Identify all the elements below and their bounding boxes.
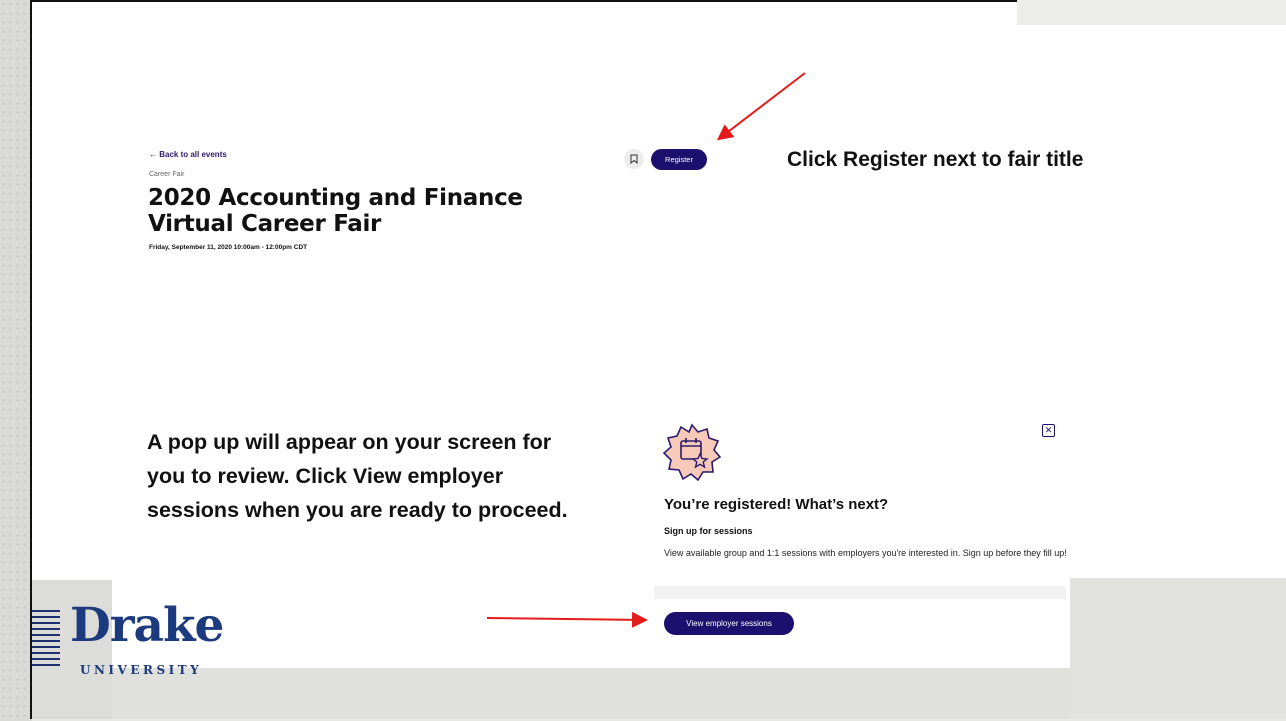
view-employer-sessions-button[interactable]: View employer sessions [664,612,794,635]
logo-wordmark: Drake [70,598,224,653]
back-to-events-link[interactable]: ← Back to all events [149,150,227,159]
drake-university-logo: Drake UNIVERSITY [32,598,232,680]
texture-bottom-right [1070,578,1286,719]
register-button[interactable]: Register [651,149,707,170]
calendar-star-icon [662,423,722,481]
logo-subtitle: UNIVERSITY [80,663,203,677]
instruction-popup: A pop up will appear on your screen for … [147,430,568,522]
bookmark-button[interactable] [624,149,644,169]
event-date: Friday, September 11, 2020 10:00am - 12:… [149,244,308,251]
event-title-line-2: Virtual Career Fair [148,211,382,237]
modal-subheading: Sign up for sessions [664,526,753,536]
close-button[interactable]: ✕ [1042,424,1055,437]
texture-top-right [1017,0,1286,25]
slide: ← Back to all events Career Fair 2020 Ac… [30,0,1286,719]
modal-footer-divider [654,586,1066,599]
logo-bars [32,610,60,670]
modal-body-text: View available group and 1:1 sessions wi… [664,548,1067,558]
event-category: Career Fair [149,171,185,178]
event-title: 2020 Accounting and Finance Virtual Care… [148,185,588,237]
close-icon: ✕ [1044,425,1053,435]
instruction-register: Click Register next to fair title [787,148,1084,171]
arrow-to-register [716,72,806,141]
modal-heading: You’re registered! What’s next? [664,496,889,513]
background-texture-dots [0,0,32,721]
event-title-line-1: 2020 Accounting and Finance [148,185,523,211]
arrow-to-sessions [486,611,648,628]
bookmark-icon [630,154,638,164]
